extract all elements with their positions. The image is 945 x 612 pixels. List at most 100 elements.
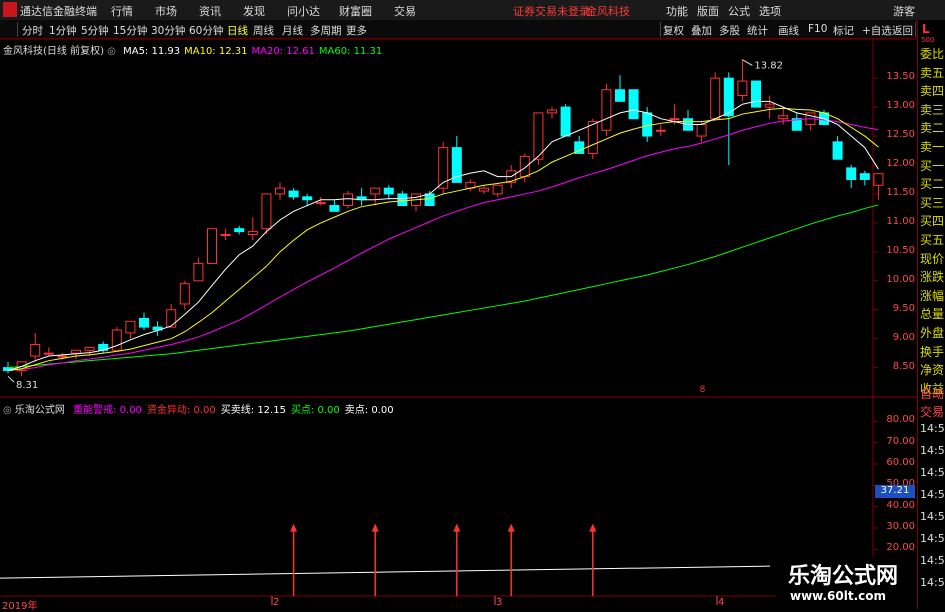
event-marker: 8 [700,385,706,395]
date-label: 4 [718,597,725,608]
date-label: 2 [273,597,280,608]
level-badge: 500 [921,36,935,44]
indicator-tick: 60.00 [886,457,915,468]
sidebar-item[interactable]: 卖三 [920,101,944,118]
candle-body [220,233,231,236]
sidebar-item[interactable]: 买三 [920,194,944,211]
ma5-line [7,100,879,372]
candle-body [43,352,54,355]
price-tick: 10.50 [886,244,915,256]
kline-chart[interactable]: 13.82 8.31 8 [0,0,917,609]
sidebar-section-auto[interactable]: 自动 [920,385,944,402]
candle-body [166,309,177,328]
arrow-head [290,523,298,532]
high-marker-line [742,59,753,66]
candle-body [302,196,313,201]
sidebar-section-trade[interactable]: 交易 [920,403,944,420]
arrow-head [589,523,597,532]
sidebar-item[interactable]: 买五 [920,231,944,248]
candle-body [560,106,571,137]
candle-body [642,112,653,137]
candle-body [492,184,503,195]
candle-body [873,173,884,186]
candle-body [846,167,857,180]
candle-body [288,190,299,198]
level-label: L [922,22,930,36]
candle-body [30,343,41,357]
sidebar-item[interactable]: 买一 [920,157,944,174]
buy-sell-line [0,565,771,579]
sidebar-item[interactable]: 涨跌 [920,268,944,285]
price-tick: 9.00 [892,331,915,343]
candle-body [370,187,381,195]
price-tick: 8.50 [892,360,915,372]
indicator-tick: 20.00 [886,542,915,554]
sidebar-item[interactable]: 买四 [920,212,944,229]
candle-body [723,77,734,117]
price-tick: 12.50 [886,129,915,141]
candle-body [193,262,204,282]
candle-body [669,118,680,121]
price-tick: 12.00 [886,158,915,169]
quote-sidebar: L 500 委比卖五 卖四卖三 卖二卖一买一 买二买三 买四买五现价 涨跌涨幅 总量外盘换手… [917,20,945,609]
indicator-tick: 40.00 [886,499,915,511]
trade-time: 14:56 [920,532,945,545]
sidebar-item[interactable]: 总量 [920,305,944,322]
sidebar-item[interactable]: 净资 [920,361,944,378]
sidebar-item[interactable]: 现价 [920,250,944,267]
sidebar-item[interactable]: 卖五 [920,64,944,81]
sidebar-item[interactable]: 换手 [920,343,944,360]
candle-body [397,193,408,207]
ma60-line [7,204,879,369]
brand-url: www.60lt.com [790,589,887,603]
price-tick: 10.00 [886,273,915,285]
sidebar-item[interactable]: 委比 [920,45,944,62]
price-tick: 13.00 [886,100,915,112]
arrow-head [371,523,379,532]
candle-body [139,317,149,328]
candle-body [859,173,870,180]
candle-body [84,346,95,351]
price-tick: 13.50 [886,71,915,83]
candle-body [343,193,353,207]
candle-body [479,187,489,192]
candle-body [179,283,190,305]
price-tick: 11.50 [886,186,915,198]
candle-body [778,115,789,120]
trade-time: 14:56 [920,466,945,479]
candle-body [547,109,557,114]
indicator-tick: 80.00 [886,414,915,426]
brand-watermark: 乐淘公式网 www.60lt.com [776,556,917,609]
candle-body [71,349,81,354]
sidebar-item[interactable]: 涨幅 [920,287,944,304]
sidebar-item[interactable]: 买二 [920,175,944,192]
candle-body [261,193,272,230]
low-marker-line [7,375,15,383]
candle-body [234,228,245,233]
trade-time: 14:56 [920,510,945,523]
trade-time: 14:56 [920,444,945,457]
sidebar-item[interactable]: 卖四 [920,82,944,99]
sidebar-item[interactable]: 卖二 [920,119,944,136]
low-price-label: 8.31 [16,380,38,391]
candle-body [275,187,285,195]
candle-body [57,355,68,358]
sidebar-item[interactable]: 卖一 [920,138,944,155]
candle-body [737,80,748,97]
arrow-head [507,523,515,532]
candle-body [628,89,639,120]
trade-time: 14:56 [920,576,945,589]
candle-body [764,103,775,108]
price-tick: 9.50 [892,302,915,314]
candle-body [451,147,462,183]
candle-body [315,202,326,205]
candle-body [329,205,340,212]
sidebar-item[interactable]: 外盘 [920,324,944,341]
candle-body [519,155,530,178]
candle-body [601,89,612,131]
candle-body [696,123,707,137]
candle-body [655,129,666,132]
date-label: 3 [496,597,503,608]
trade-time: 14:56 [920,422,945,435]
brand-name: 乐淘公式网 [788,564,899,589]
